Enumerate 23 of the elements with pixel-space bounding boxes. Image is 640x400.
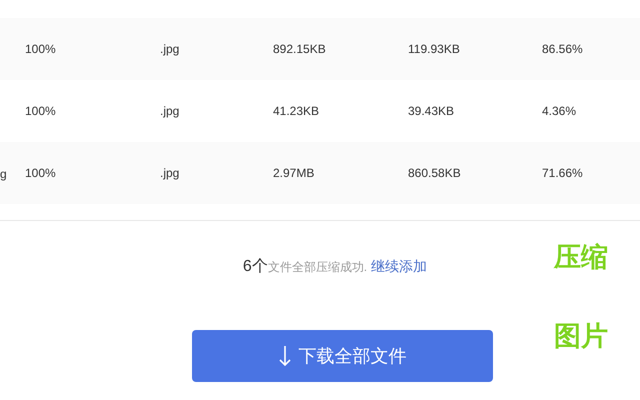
- overlay-label: 压缩: [554, 244, 608, 271]
- table-cell: 41.23KB: [273, 104, 320, 118]
- continue-link[interactable]: 继续添加: [371, 256, 428, 277]
- table-cell: 100%: [25, 42, 56, 56]
- table-cell: 892.15KB: [273, 42, 326, 56]
- overlay-label: 图片: [554, 323, 608, 350]
- download-all-button[interactable]: 下载全部文件: [192, 330, 493, 382]
- table-cell: .jpg: [160, 104, 180, 118]
- table-cell: 71.66%: [542, 166, 583, 180]
- table-cell: 100%: [25, 166, 56, 180]
- table-cell: 119.93KB: [408, 42, 460, 56]
- table-cell: 860.58KB: [408, 166, 461, 180]
- table-cell-text: g: [0, 166, 7, 183]
- table-cell: 39.43KB: [408, 104, 454, 118]
- table-cell: .jpg: [160, 42, 180, 56]
- file-count: 6个: [242, 257, 268, 277]
- table-cell: 86.56%: [542, 42, 583, 56]
- download-arrow-icon: [278, 345, 290, 367]
- table-cell: 100%: [25, 104, 56, 118]
- table-cell: 2.97MB: [273, 166, 314, 180]
- table-cell: .jpg: [160, 166, 180, 180]
- table-cell: 4.36%: [542, 104, 576, 118]
- status-message: 文件全部压缩成功.: [268, 259, 368, 276]
